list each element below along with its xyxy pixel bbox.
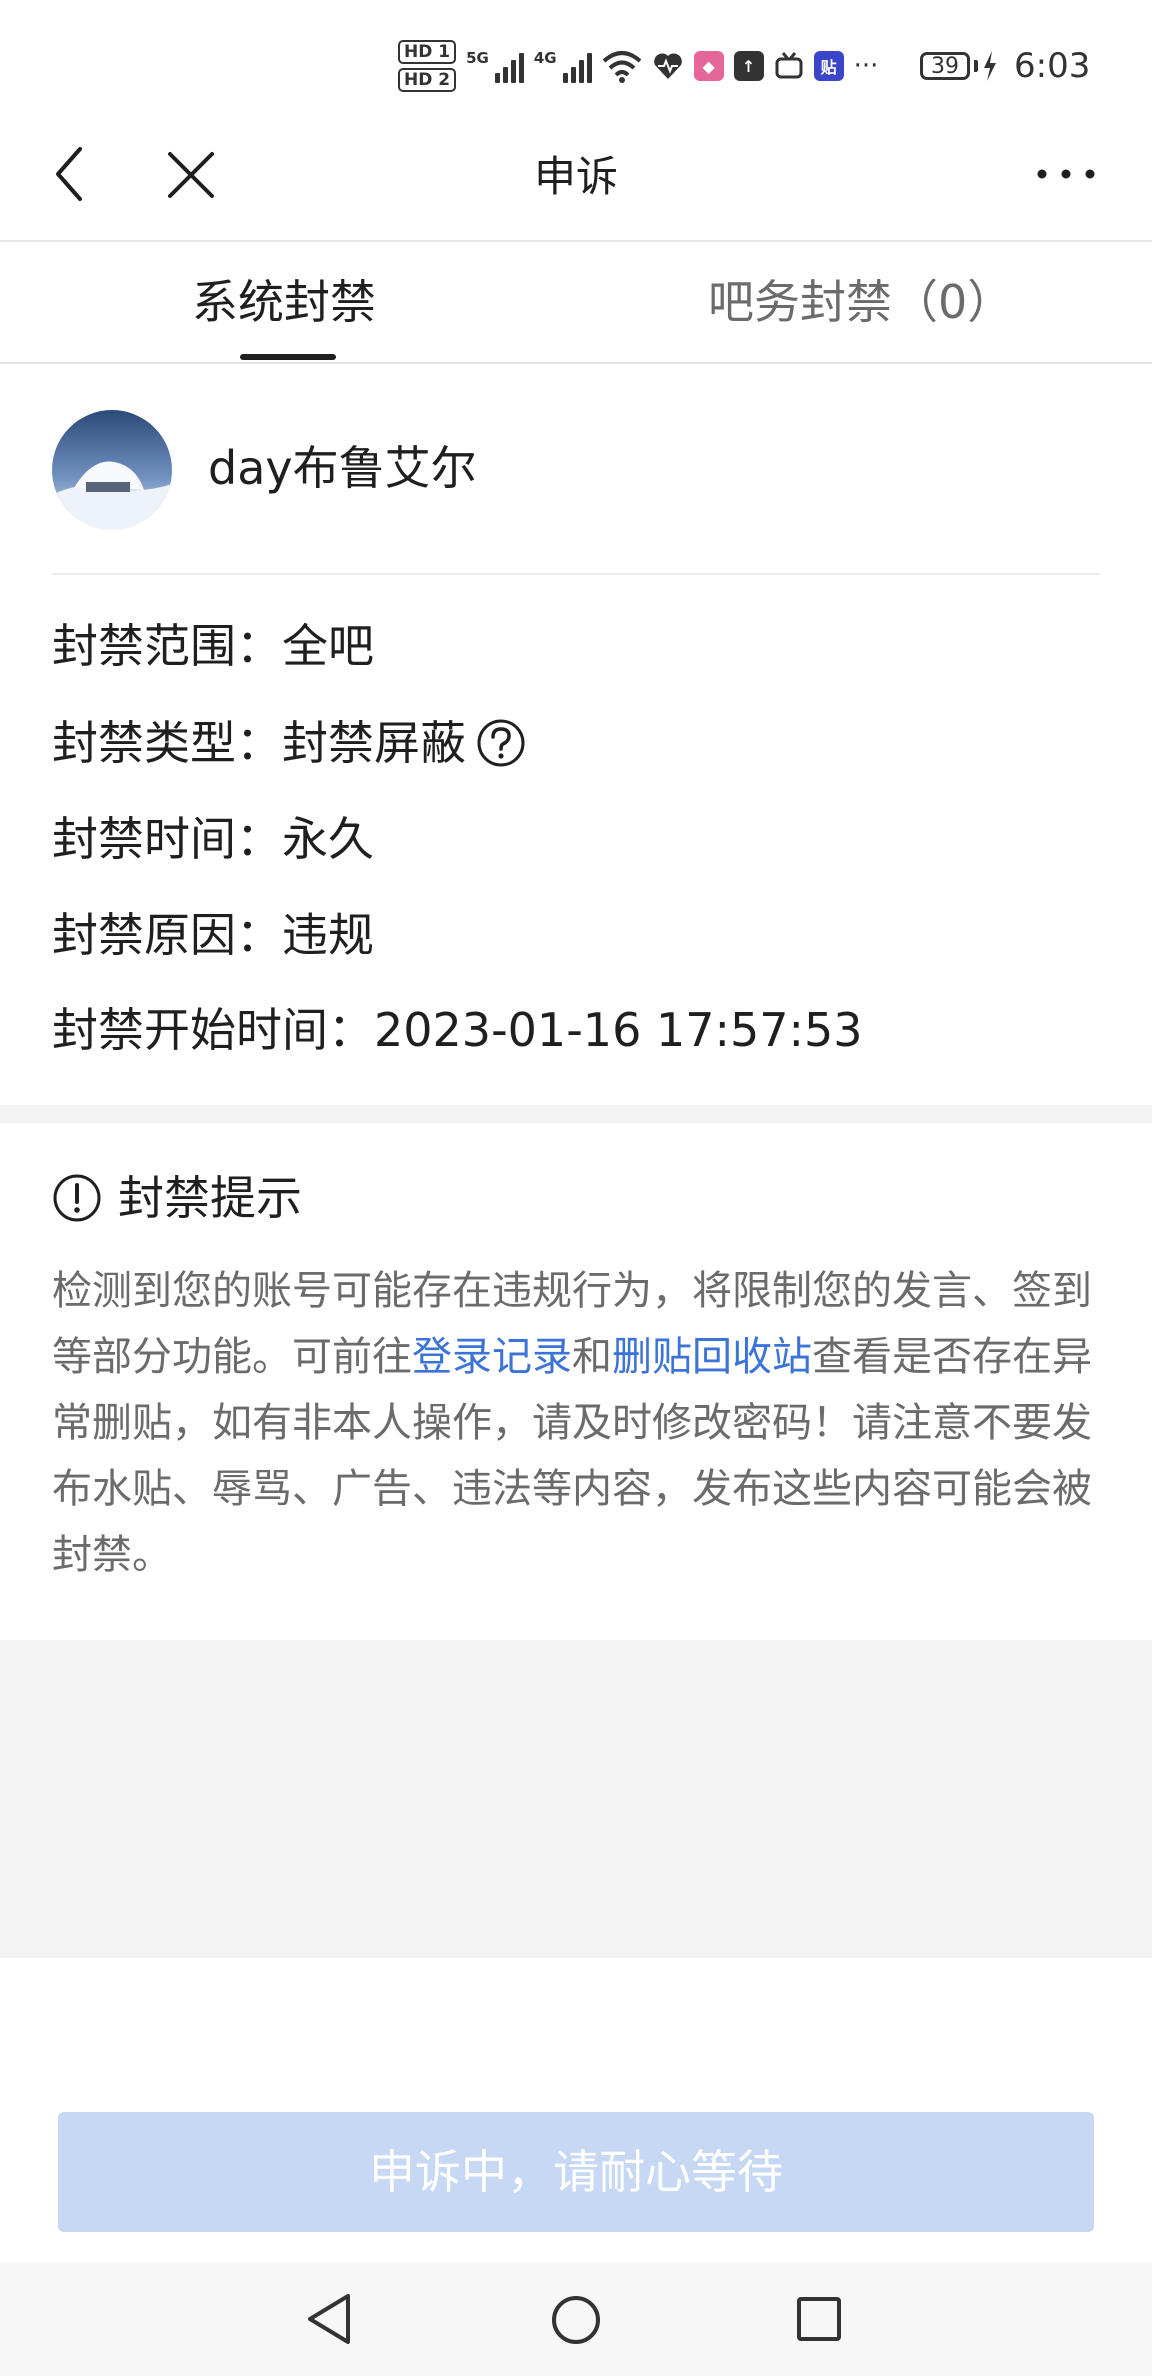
ban-tip-text: 检测到您的账号可能存在违规行为，将限制您的发言、签到等部分功能。可前往登录记录和…	[52, 1268, 1092, 1578]
signal-4g-icon: 4G	[534, 49, 592, 83]
clock: 6:03	[1014, 46, 1091, 86]
question-circle-icon[interactable]	[476, 718, 526, 768]
divider	[52, 573, 1100, 575]
avatar	[52, 410, 172, 530]
section-separator	[0, 1105, 1152, 1123]
gray-spacer	[0, 1640, 1152, 1958]
wifi-icon	[602, 51, 641, 83]
ban-duration-value: 永久	[282, 812, 374, 866]
ban-start-label: 封禁开始时间：	[52, 1003, 374, 1057]
ban-reason-row: 封禁原因： 违规	[52, 902, 374, 968]
ban-tip-header: 封禁提示	[52, 1165, 302, 1231]
recycle-bin-link[interactable]: 删贴回收站	[612, 1334, 812, 1380]
tab-system-ban[interactable]: 系统封禁	[192, 272, 376, 332]
battery-icon: 39	[920, 51, 998, 81]
user-name: day布鲁艾尔	[208, 441, 477, 495]
ban-duration-row: 封禁时间： 永久	[52, 806, 374, 872]
ban-duration-label: 封禁时间：	[52, 812, 282, 866]
login-record-link[interactable]: 登录记录	[412, 1334, 572, 1380]
ban-reason-value: 违规	[282, 908, 374, 962]
ban-start-row: 封禁开始时间： 2023-01-16 17:57:53	[52, 997, 863, 1063]
ban-type-row: 封禁类型： 封禁屏蔽	[52, 710, 526, 776]
health-heart-icon	[653, 53, 682, 79]
charging-icon	[984, 51, 996, 81]
system-navigation-bar	[0, 2262, 1152, 2376]
tv-app-icon	[775, 52, 803, 79]
ban-scope-value: 全吧	[282, 619, 374, 673]
ban-scope-label: 封禁范围：	[52, 619, 282, 673]
status-icons: HD 1 HD 2 5G 4G ◆ ↑ 贴 ···	[398, 36, 878, 96]
tieba-app-icon: 贴	[813, 51, 844, 81]
hd2-badge: HD 2	[398, 68, 457, 92]
upload-app-icon: ↑	[733, 51, 764, 81]
ban-reason-label: 封禁原因：	[52, 908, 282, 962]
page-title: 申诉	[533, 152, 618, 201]
status-right: 39 6:03	[920, 36, 1090, 96]
ban-type-label: 封禁类型：	[52, 716, 282, 770]
exclamation-circle-icon	[53, 1174, 101, 1222]
ban-scope-row: 封禁范围： 全吧	[52, 613, 374, 679]
appeal-status-button[interactable]: 申诉中，请耐心等待	[58, 2112, 1094, 2232]
active-tab-indicator	[240, 354, 336, 360]
hd-indicators: HD 1 HD 2	[398, 40, 457, 92]
tab-bar: 系统封禁 吧务封禁（0）	[0, 242, 1152, 364]
ban-type-value: 封禁屏蔽	[282, 716, 466, 770]
circle-home-icon[interactable]	[550, 2294, 602, 2346]
app-notification-icon: ◆	[693, 51, 724, 81]
more-dots-icon[interactable]	[1036, 164, 1096, 184]
signal-5g-icon: 5G	[466, 49, 524, 83]
status-bar: HD 1 HD 2 5G 4G ◆ ↑ 贴 ··· 39 6:03	[0, 0, 1152, 130]
tab-bar-ban[interactable]: 吧务封禁（0）	[708, 272, 1013, 332]
more-notifications-icon: ···	[853, 51, 879, 81]
hd1-badge: HD 1	[398, 40, 457, 64]
triangle-back-icon[interactable]	[304, 2292, 354, 2346]
ban-tip-title: 封禁提示	[118, 1171, 302, 1225]
square-recent-icon[interactable]	[796, 2296, 842, 2342]
ban-start-value: 2023-01-16 17:57:53	[374, 1003, 863, 1057]
